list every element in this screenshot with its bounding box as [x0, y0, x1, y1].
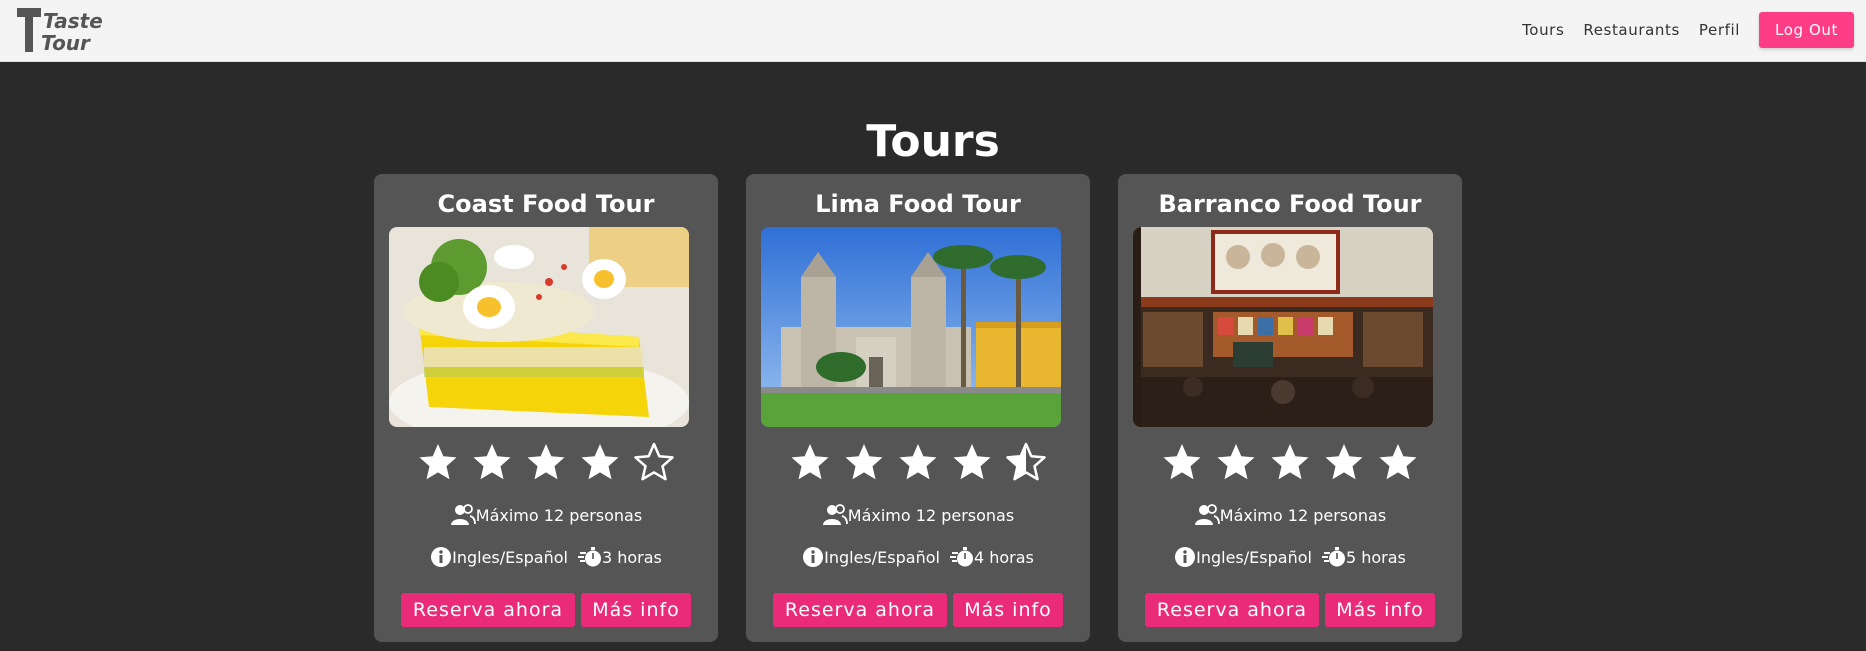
stopwatch-icon — [1321, 546, 1346, 568]
tour-card: Lima Food Tour Máximo 12 personas Ingles… — [746, 174, 1090, 642]
tour-card-title: Barranco Food Tour — [1158, 190, 1422, 218]
star-icon — [1271, 444, 1309, 480]
card-actions: Reserva ahora Más info — [1118, 593, 1462, 627]
info-circle-icon — [1174, 546, 1196, 568]
star-half-icon — [1006, 442, 1046, 481]
users-icon — [450, 504, 476, 526]
users-icon — [822, 504, 848, 526]
duration-text: 5 horas — [1345, 547, 1406, 567]
nav-link-perfil[interactable]: Perfil — [1699, 21, 1740, 39]
users-icon — [1194, 504, 1220, 526]
meta-row: Ingles/Español 4 horas — [746, 546, 1090, 568]
nav-link-tours[interactable]: Tours — [1522, 21, 1564, 39]
more-info-button[interactable]: Más info — [1325, 593, 1435, 627]
star-icon — [1163, 444, 1201, 480]
logout-button[interactable]: Log Out — [1759, 12, 1854, 48]
star-icon — [791, 444, 829, 480]
taste-tour-logo[interactable]: Taste Tour — [15, 6, 105, 56]
star-icon — [1325, 444, 1363, 480]
star-icon — [1379, 444, 1417, 480]
logo-line1: Taste — [43, 9, 103, 33]
nav-link-restaurants[interactable]: Restaurants — [1583, 21, 1680, 39]
duration-text: 3 horas — [601, 547, 662, 567]
tour-cards: Coast Food Tour Máximo 12 personas Ingle… — [374, 174, 1462, 642]
star-icon — [419, 444, 457, 480]
meta-row: Ingles/Español 5 horas — [1118, 546, 1462, 568]
lima-cathedral-photo — [761, 227, 1061, 427]
stopwatch-icon — [577, 546, 602, 568]
logo-line2: Tour — [41, 31, 91, 55]
capacity-text: Máximo 12 personas — [1219, 505, 1387, 525]
info-circle-icon — [430, 546, 452, 568]
barranco-bar-photo — [1133, 227, 1433, 427]
card-actions: Reserva ahora Más info — [374, 593, 718, 627]
capacity-row: Máximo 12 personas — [374, 504, 718, 526]
star-icon — [581, 444, 619, 480]
meta-row: Ingles/Español 3 horas — [374, 546, 718, 568]
tour-card-title: Lima Food Tour — [815, 190, 1021, 218]
page-title: Tours — [866, 116, 1000, 167]
star-icon — [527, 444, 565, 480]
duration-text: 4 horas — [973, 547, 1034, 567]
tour-card: Barranco Food Tour Máximo 12 personas In… — [1118, 174, 1462, 642]
rating-stars — [374, 442, 718, 482]
more-info-button[interactable]: Más info — [581, 593, 691, 627]
star-icon — [845, 444, 883, 480]
rating-stars — [746, 442, 1090, 482]
causa-dish-photo — [389, 227, 689, 427]
capacity-text: Máximo 12 personas — [475, 505, 643, 525]
tour-card: Coast Food Tour Máximo 12 personas Ingle… — [374, 174, 718, 642]
reserve-button[interactable]: Reserva ahora — [773, 593, 947, 627]
nav-links: Tours Restaurants Perfil Log Out — [1522, 10, 1854, 50]
rating-stars — [1118, 442, 1462, 482]
capacity-row: Máximo 12 personas — [1118, 504, 1462, 526]
star-icon — [473, 444, 511, 480]
language-text: Ingles/Español — [1196, 547, 1312, 567]
language-text: Ingles/Español — [452, 547, 568, 567]
capacity-text: Máximo 12 personas — [847, 505, 1015, 525]
more-info-button[interactable]: Más info — [953, 593, 1063, 627]
star-icon — [953, 444, 991, 480]
tour-card-title: Coast Food Tour — [437, 190, 655, 218]
stopwatch-icon — [949, 546, 974, 568]
info-circle-icon — [802, 546, 824, 568]
language-text: Ingles/Español — [824, 547, 940, 567]
navbar: Taste Tour Tours Restaurants Perfil Log … — [0, 0, 1866, 62]
star-outline-icon — [634, 442, 674, 481]
card-actions: Reserva ahora Más info — [746, 593, 1090, 627]
star-icon — [899, 444, 937, 480]
capacity-row: Máximo 12 personas — [746, 504, 1090, 526]
reserve-button[interactable]: Reserva ahora — [401, 593, 575, 627]
reserve-button[interactable]: Reserva ahora — [1145, 593, 1319, 627]
star-icon — [1217, 444, 1255, 480]
